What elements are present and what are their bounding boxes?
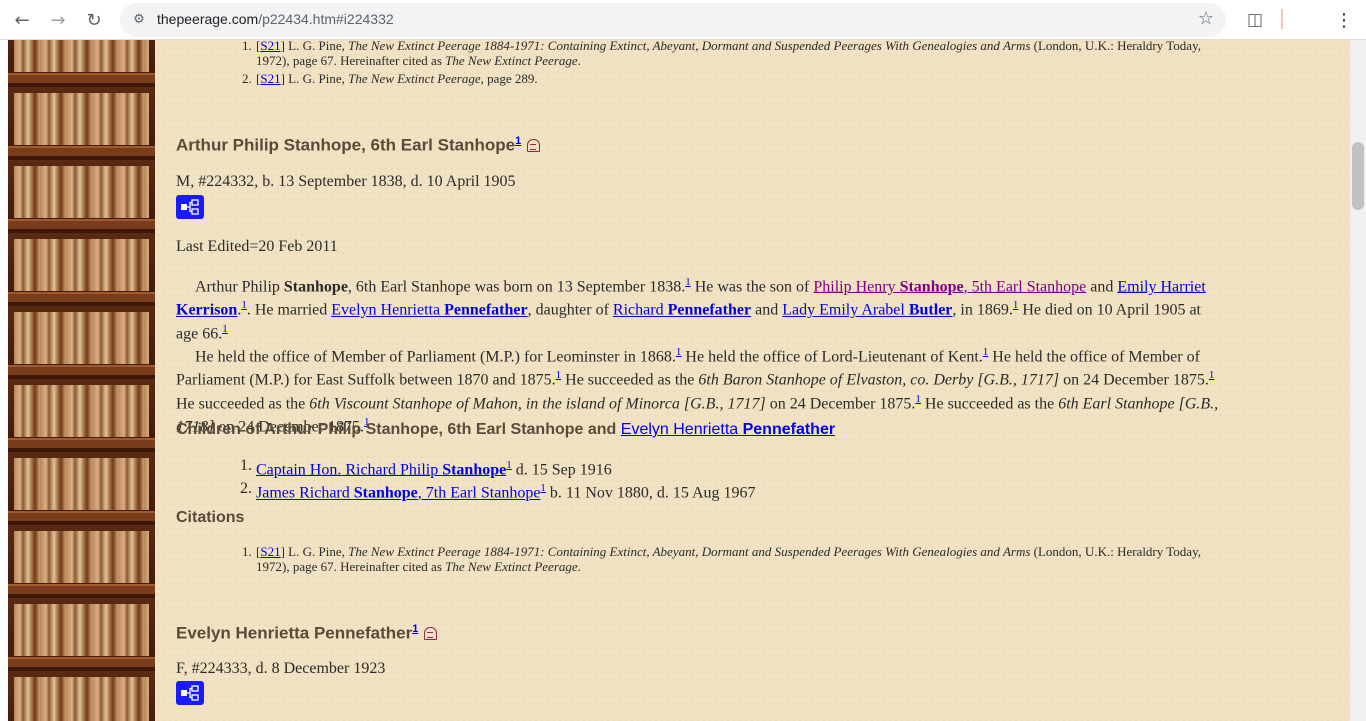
shelf-unit — [8, 40, 155, 87]
citations-heading: Citations — [176, 509, 245, 526]
footnote-link[interactable]: 1 — [1209, 369, 1215, 381]
chart-icon — [181, 685, 199, 701]
bookmark-star-icon[interactable]: ☆ — [1198, 8, 1214, 29]
url-host: thepeerage.com — [157, 11, 259, 27]
wife-mother-link[interactable]: Lady Emily Arabel Butler — [782, 302, 952, 319]
url-text[interactable]: thepeerage.com/p22434.htm#i224332 — [157, 11, 394, 27]
shelf-unit — [8, 452, 155, 525]
family-chart-button[interactable] — [176, 681, 204, 705]
biography: Arthur Philip Stanhope, 6th Earl Stanhop… — [176, 273, 1326, 436]
chart-icon — [181, 199, 199, 215]
child-item: 1. Captain Hon. Richard Philip Stanhope1 … — [240, 457, 612, 479]
person-heading: Evelyn Henrietta Pennefather1 — [176, 623, 1326, 644]
footnote-link[interactable]: 1 — [515, 135, 521, 147]
child-link[interactable]: Captain Hon. Richard Philip Stanhope — [256, 461, 506, 478]
back-arrow-icon[interactable]: ← — [7, 5, 37, 35]
forward-arrow-icon[interactable]: → — [43, 5, 73, 35]
source-link[interactable]: S21 — [260, 544, 280, 559]
children-heading: Children of Arthur Philip Stanhope, 6th … — [176, 421, 836, 438]
shelf-unit — [8, 525, 155, 598]
wife-link[interactable]: Evelyn Henrietta Pennefather — [331, 302, 527, 319]
browser-toolbar: ← → ↻ ⚙ thepeerage.com/p22434.htm#i22433… — [0, 0, 1366, 40]
reload-icon[interactable]: ↻ — [79, 5, 109, 35]
children-list: 1. Captain Hon. Richard Philip Stanhope1 … — [176, 456, 1326, 503]
more-menu-icon[interactable]: ⋮ — [1330, 5, 1358, 35]
shelf-unit — [8, 379, 155, 452]
person-heading: Arthur Philip Stanhope, 6th Earl Stanhop… — [176, 135, 1326, 156]
shelf-unit — [8, 671, 155, 721]
father-link[interactable]: Philip Henry Stanhope, 5th Earl Stanhope — [813, 278, 1086, 295]
profile-divider — [1281, 9, 1283, 29]
shelf-unit — [8, 233, 155, 306]
wife-father-link[interactable]: Richard Pennefather — [613, 302, 751, 319]
family-tree-icon[interactable] — [527, 138, 541, 152]
address-bar[interactable]: ⚙ thepeerage.com/p22434.htm#i224332 ☆ — [120, 3, 1226, 37]
scrollbar-thumb[interactable] — [1352, 142, 1364, 210]
citations-list: 1. [S21] L. G. Pine, The New Extinct Peer… — [176, 544, 1326, 574]
citation-item: 1. [S21] L. G. Pine, The New Extinct Peer… — [242, 544, 1201, 574]
shelf-edge — [0, 40, 8, 721]
site-settings-icon[interactable]: ⚙ — [130, 11, 148, 29]
source-link[interactable]: S21 — [260, 71, 280, 86]
person-meta: F, #224333, d. 8 December 1923 — [176, 660, 386, 677]
shelf-unit — [8, 598, 155, 671]
footnote-link[interactable]: 1 — [222, 323, 228, 335]
bio-paragraph-1: Arthur Philip Stanhope, 6th Earl Stanhop… — [176, 276, 1206, 342]
footnote-link[interactable]: 1 — [412, 623, 418, 635]
child-item: 2. James Richard Stanhope, 7th Earl Stanh… — [240, 480, 756, 502]
children-mother-link[interactable]: Evelyn Henrietta Pennefather — [621, 421, 835, 438]
source-link[interactable]: S21 — [260, 40, 280, 53]
family-tree-icon[interactable] — [424, 626, 438, 640]
url-path: /p22434.htm#i224332 — [258, 11, 394, 27]
shelf-unit — [8, 87, 155, 160]
page-content: 1. [S21] L. G. Pine, The New Extinct Peer… — [155, 40, 1350, 721]
previous-citations: 1. [S21] L. G. Pine, The New Extinct Peer… — [176, 40, 1326, 86]
person-meta: M, #224332, b. 13 September 1838, d. 10 … — [176, 173, 516, 190]
child-link[interactable]: James Richard Stanhope, 7th Earl Stanhop… — [256, 485, 540, 502]
family-chart-button[interactable] — [176, 195, 204, 219]
last-edited: Last Edited=20 Feb 2011 — [176, 238, 338, 255]
vertical-scrollbar[interactable] — [1350, 40, 1366, 721]
extensions-icon[interactable]: ◫ — [1240, 5, 1270, 35]
citation-item: 2. [S21] L. G. Pine, The New Extinct Peer… — [242, 71, 538, 86]
citation-item: 1. [S21] L. G. Pine, The New Extinct Peer… — [242, 40, 1201, 68]
bookshelf-border — [0, 40, 155, 721]
shelf-unit — [8, 160, 155, 233]
shelf-unit — [8, 306, 155, 379]
